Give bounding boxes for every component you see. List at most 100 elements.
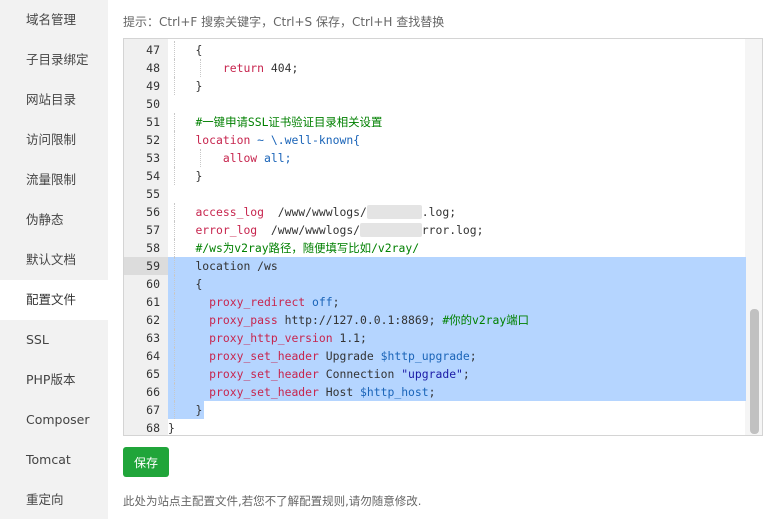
code-line[interactable]: 48 return 404; bbox=[124, 59, 746, 77]
code-line[interactable]: 50 bbox=[124, 95, 746, 113]
indent-guide bbox=[174, 59, 175, 77]
sidebar: 域名管理 子目录绑定 网站目录 访问限制 流量限制 伪静态 默认文档 配置文件 SSL PHP版本… bbox=[0, 0, 108, 519]
code-line[interactable]: 60 { bbox=[124, 275, 746, 293]
save-button[interactable]: 保存 bbox=[123, 447, 169, 477]
indent-guide bbox=[174, 77, 175, 95]
code-line[interactable]: 54 } bbox=[124, 167, 746, 185]
code-token: "upgrade" bbox=[401, 367, 463, 381]
indent-guide bbox=[200, 59, 201, 77]
code-text: { bbox=[168, 275, 746, 293]
code-line[interactable]: 62 proxy_pass http://127.0.0.1:8869; #你的… bbox=[124, 311, 746, 329]
code-text: #一键申请SSL证书验证目录相关设置 bbox=[168, 113, 746, 131]
sidebar-item[interactable]: 伪静态 bbox=[0, 200, 108, 240]
code-line[interactable]: 64 proxy_set_header Upgrade $http_upgrad… bbox=[124, 347, 746, 365]
code-token: proxy_set_header bbox=[209, 385, 319, 399]
config-warning-note: 此处为站点主配置文件,若您不了解配置规则,请勿随意修改. bbox=[123, 494, 422, 508]
code-text: { bbox=[168, 41, 746, 59]
scrollbar-thumb[interactable] bbox=[750, 309, 759, 434]
sidebar-item[interactable]: 子目录绑定 bbox=[0, 40, 108, 80]
sidebar-item[interactable]: Composer bbox=[0, 400, 108, 440]
config-editor[interactable]: 47 {48 return 404; 49 } 50 51 #一键申请SSL证书验证目… bbox=[123, 38, 763, 436]
indent-guide bbox=[174, 221, 175, 239]
indent-guide bbox=[174, 167, 175, 185]
code-token: error_log bbox=[195, 223, 258, 237]
code-text: allow all; bbox=[168, 149, 746, 167]
code-line[interactable]: 68} bbox=[124, 419, 746, 435]
sidebar-item[interactable]: 配置文件 bbox=[0, 280, 108, 320]
code-line[interactable]: 56 access_log /www/wwwlogs/ .log; bbox=[124, 203, 746, 221]
code-token: { bbox=[195, 277, 203, 291]
sidebar-item[interactable]: 默认文档 bbox=[0, 240, 108, 280]
sidebar-item[interactable]: Tomcat bbox=[0, 440, 108, 480]
code-line[interactable]: 55 bbox=[124, 185, 746, 203]
code-line[interactable]: 63 proxy_http_version 1.1; bbox=[124, 329, 746, 347]
indent-guide bbox=[174, 131, 175, 149]
code-token: ; bbox=[332, 295, 340, 309]
code-token: location /ws bbox=[195, 259, 278, 273]
line-number: 63 bbox=[146, 331, 160, 345]
editor-scrollbar[interactable] bbox=[745, 39, 762, 435]
code-text: proxy_pass http://127.0.0.1:8869; #你的v2r… bbox=[168, 311, 746, 329]
code-token: } bbox=[168, 421, 175, 435]
indent-guide bbox=[174, 311, 175, 329]
code-line[interactable]: 67 } bbox=[124, 401, 746, 419]
line-number: 67 bbox=[146, 403, 160, 417]
line-number: 64 bbox=[146, 349, 160, 363]
code-text: proxy_set_header Upgrade $http_upgrade; bbox=[168, 347, 746, 365]
code-text: proxy_set_header Connection "upgrade"; bbox=[168, 365, 746, 383]
line-number: 62 bbox=[146, 313, 160, 327]
line-number: 47 bbox=[146, 43, 160, 57]
sidebar-item[interactable]: 域名管理 bbox=[0, 0, 108, 40]
code-line[interactable]: 53 allow all; bbox=[124, 149, 746, 167]
code-token: $http_upgrade bbox=[380, 349, 470, 363]
line-number: 61 bbox=[146, 295, 160, 309]
redacted-text bbox=[360, 223, 422, 237]
line-number: 52 bbox=[146, 133, 160, 147]
indent-guide bbox=[174, 293, 175, 311]
code-token: access_log bbox=[195, 205, 265, 219]
sidebar-item[interactable]: 流量限制 bbox=[0, 160, 108, 200]
sidebar-item[interactable]: SSL bbox=[0, 320, 108, 360]
indent-guide bbox=[174, 113, 175, 131]
sidebar-item[interactable]: PHP版本 bbox=[0, 360, 108, 400]
code-token: ; bbox=[462, 367, 470, 381]
code-line[interactable]: 66 proxy_set_header Host $http_host; bbox=[124, 383, 746, 401]
indent-guide bbox=[200, 149, 201, 167]
code-line[interactable]: 47 { bbox=[124, 41, 746, 59]
sidebar-item[interactable]: 重定向 bbox=[0, 480, 108, 520]
code-line[interactable]: 61 proxy_redirect off; bbox=[124, 293, 746, 311]
code-line[interactable]: 52 location ~ \.well-known{ bbox=[124, 131, 746, 149]
code-line[interactable]: 51 #一键申请SSL证书验证目录相关设置 bbox=[124, 113, 746, 131]
code-line[interactable]: 65 proxy_set_header Connection "upgrade"… bbox=[124, 365, 746, 383]
line-number: 54 bbox=[146, 169, 160, 183]
sidebar-item[interactable]: 网站目录 bbox=[0, 80, 108, 120]
code-token: } bbox=[195, 79, 203, 93]
line-number: 59 bbox=[124, 257, 168, 275]
code-line[interactable]: 49 } bbox=[124, 77, 746, 95]
code-text: #/ws为v2ray路径，随便填写比如/v2ray/ bbox=[168, 239, 746, 257]
code-token: Upgrade bbox=[318, 349, 381, 363]
sidebar-item[interactable]: 访问限制 bbox=[0, 120, 108, 160]
code-line[interactable]: 59 location /ws bbox=[124, 257, 746, 275]
code-token: location bbox=[195, 133, 251, 147]
code-token: rror.log; bbox=[421, 223, 484, 237]
indent-guide bbox=[174, 383, 175, 401]
code-token: all; bbox=[257, 151, 292, 165]
code-token: .log; bbox=[421, 205, 457, 219]
code-token: /www/wwwlogs/ bbox=[257, 223, 361, 237]
code-line[interactable]: 57 error_log /www/wwwlogs/ rror.log; bbox=[124, 221, 746, 239]
code-text: location ~ \.well-known{ bbox=[168, 131, 746, 149]
code-line[interactable]: 58 #/ws为v2ray路径，随便填写比如/v2ray/ bbox=[124, 239, 746, 257]
code-token: proxy_set_header bbox=[209, 367, 319, 381]
code-token: ~ \.well-known{ bbox=[250, 133, 361, 147]
code-text: } bbox=[168, 167, 746, 185]
code-text: proxy_redirect off; bbox=[168, 293, 746, 311]
indent-guide bbox=[174, 149, 175, 167]
